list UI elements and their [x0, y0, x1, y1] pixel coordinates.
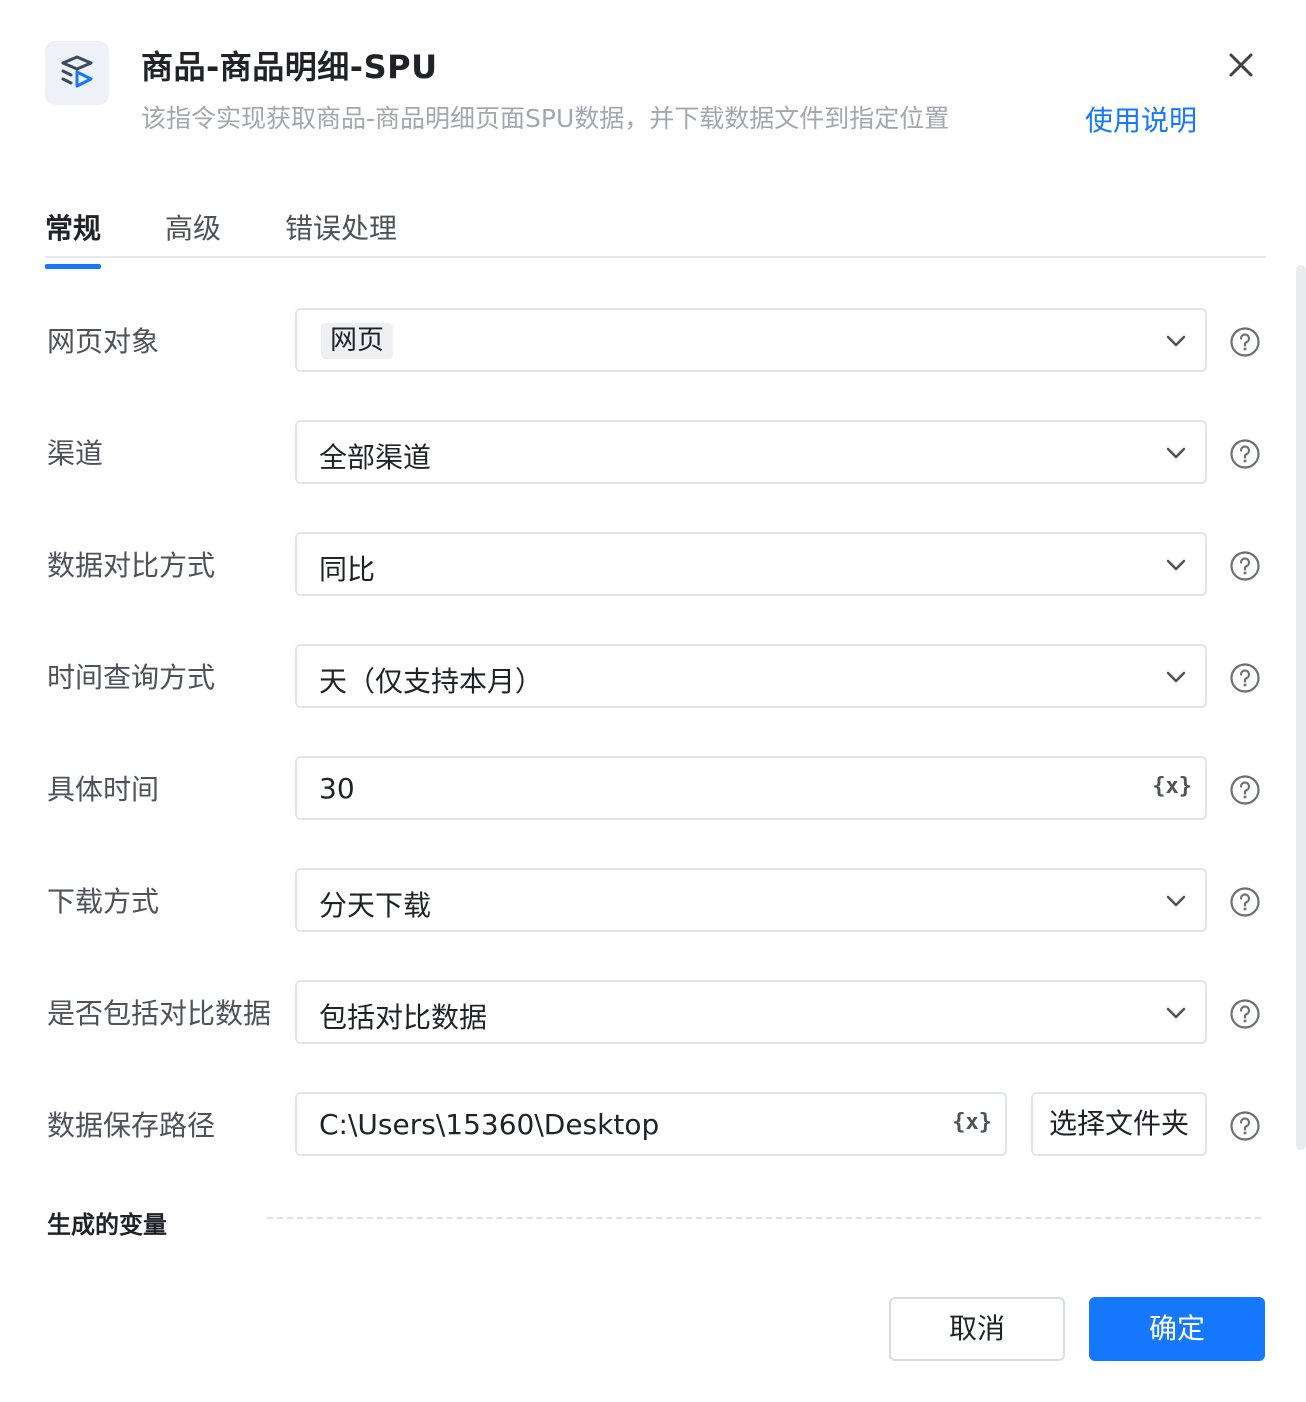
confirm-button[interactable]: 确定 [1089, 1297, 1265, 1361]
include-compare-label: 是否包括对比数据 [47, 997, 272, 1030]
active-tab-indicator [45, 264, 101, 269]
help-icon[interactable] [1229, 326, 1261, 358]
tab-advanced[interactable]: 高级 [165, 207, 221, 247]
help-icon[interactable] [1229, 1110, 1261, 1142]
row-download-mode: 下载方式 分天下载 [0, 868, 1306, 932]
row-include-compare: 是否包括对比数据 包括对比数据 [0, 980, 1306, 1044]
cancel-button[interactable]: 取消 [889, 1297, 1065, 1361]
help-icon[interactable] [1229, 662, 1261, 694]
close-button[interactable] [1224, 48, 1258, 82]
tab-error-handling[interactable]: 错误处理 [285, 207, 397, 247]
row-save-path: 数据保存路径 C:\Users\15360\Desktop {x} 选择文件夹 [0, 1092, 1306, 1156]
chevron-down-icon [1166, 895, 1186, 907]
dialog-title: 商品-商品明细-SPU [141, 48, 438, 86]
tab-bar: 常规 高级 错误处理 [45, 195, 1266, 269]
close-icon [1229, 53, 1253, 77]
include-compare-value: 包括对比数据 [319, 1001, 488, 1034]
row-compare-mode: 数据对比方式 同比 [0, 532, 1306, 596]
chevron-down-icon [1166, 559, 1186, 571]
chevron-down-icon [1166, 1007, 1186, 1019]
tab-general-label: 常规 [45, 212, 102, 245]
generated-variables-heading: 生成的变量 [47, 1211, 167, 1239]
chevron-down-icon [1166, 671, 1186, 683]
row-web-object: 网页对象 网页 [0, 308, 1306, 372]
channel-select[interactable]: 全部渠道 [295, 420, 1207, 484]
help-icon[interactable] [1229, 438, 1261, 470]
download-mode-value: 分天下载 [319, 889, 432, 922]
save-path-input[interactable]: C:\Users\15360\Desktop {x} [295, 1092, 1007, 1156]
select-folder-button[interactable]: 选择文件夹 [1031, 1092, 1207, 1156]
section-divider [267, 1217, 1261, 1219]
web-object-select[interactable]: 网页 [295, 308, 1207, 372]
chevron-down-icon [1166, 335, 1186, 347]
dialog-subtitle: 该指令实现获取商品-商品明细页面SPU数据，并下载数据文件到指定位置 [141, 104, 950, 133]
save-path-label: 数据保存路径 [47, 1109, 216, 1142]
chevron-down-icon [1166, 447, 1186, 459]
variable-icon[interactable]: {x} [1152, 774, 1192, 799]
app-icon [45, 41, 109, 105]
download-mode-select[interactable]: 分天下载 [295, 868, 1207, 932]
channel-value: 全部渠道 [319, 441, 432, 474]
row-time-query-mode: 时间查询方式 天（仅支持本月） [0, 644, 1306, 708]
compare-mode-label: 数据对比方式 [47, 549, 216, 582]
row-channel: 渠道 全部渠道 [0, 420, 1306, 484]
help-icon[interactable] [1229, 886, 1261, 918]
help-icon[interactable] [1229, 550, 1261, 582]
specific-time-label: 具体时间 [47, 773, 160, 806]
compare-mode-select[interactable]: 同比 [295, 532, 1207, 596]
time-query-mode-value: 天（仅支持本月） [319, 665, 544, 698]
layers-play-icon [61, 55, 93, 88]
usage-guide-link[interactable]: 使用说明 [1085, 99, 1197, 139]
compare-mode-value: 同比 [319, 553, 376, 586]
include-compare-select[interactable]: 包括对比数据 [295, 980, 1207, 1044]
save-path-value: C:\Users\15360\Desktop [319, 1108, 660, 1141]
web-object-label: 网页对象 [47, 325, 160, 358]
row-specific-time: 具体时间 30 {x} [0, 756, 1306, 820]
time-query-mode-select[interactable]: 天（仅支持本月） [295, 644, 1207, 708]
specific-time-value: 30 [319, 772, 355, 805]
channel-label: 渠道 [47, 437, 104, 470]
scrollbar[interactable] [1296, 265, 1306, 1150]
specific-time-input[interactable]: 30 {x} [295, 756, 1207, 820]
tab-general[interactable]: 常规 [45, 207, 102, 269]
help-icon[interactable] [1229, 998, 1261, 1030]
download-mode-label: 下载方式 [47, 885, 160, 918]
web-object-tag: 网页 [321, 323, 393, 359]
time-query-mode-label: 时间查询方式 [47, 661, 216, 694]
help-icon[interactable] [1229, 774, 1261, 806]
variable-icon[interactable]: {x} [952, 1110, 992, 1135]
